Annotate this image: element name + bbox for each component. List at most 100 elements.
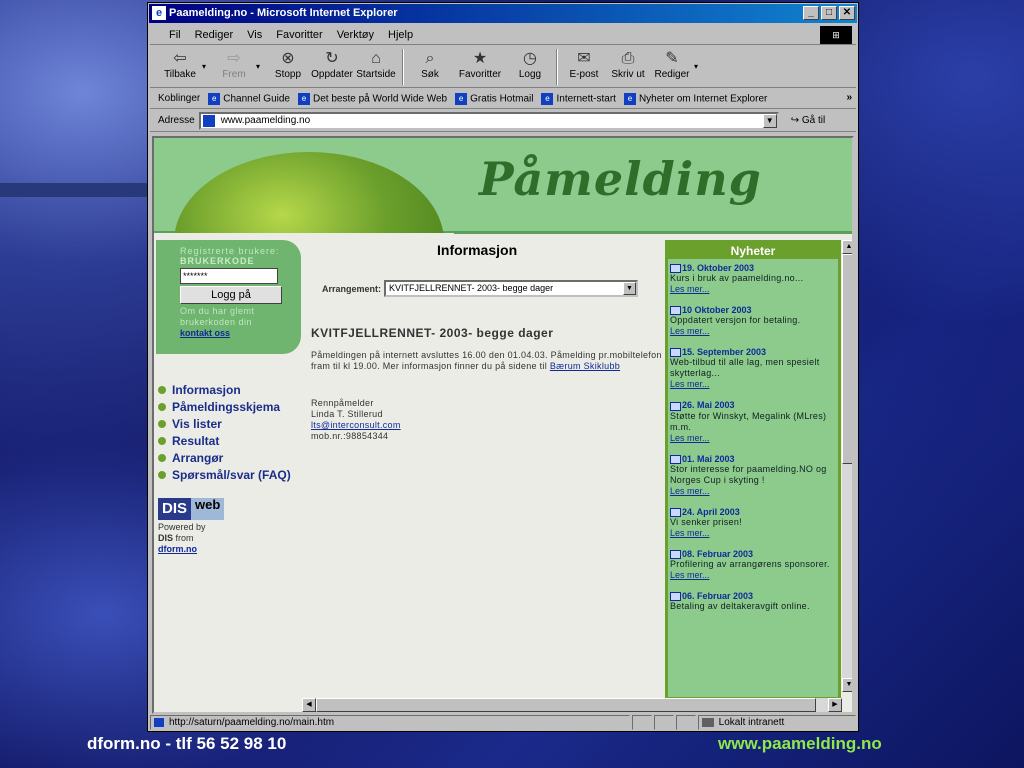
page-title: Informasjon <box>437 242 518 258</box>
link-best-of-web[interactable]: e Det beste på World Wide Web <box>297 92 447 105</box>
edit-button[interactable]: ✎ Rediger <box>650 46 694 80</box>
read-more-link[interactable]: Les mer... <box>670 326 836 336</box>
contact-info: Rennpåmelder Linda T. Stillerud lts@inte… <box>311 398 401 441</box>
scroll-left-icon[interactable]: ◀ <box>302 698 316 712</box>
toolbar-separator <box>556 49 558 85</box>
favorites-button[interactable]: ★ Favoritter <box>452 46 508 80</box>
scroll-up-icon[interactable]: ▲ <box>842 240 852 254</box>
stop-button[interactable]: ⊗ Stopp <box>266 46 310 80</box>
login-button[interactable]: Logg på <box>180 286 282 304</box>
status-bar: http://saturn/paamelding.no/main.htm Lok… <box>150 714 856 731</box>
menu-fil[interactable]: Fil <box>162 29 188 41</box>
forward-button[interactable]: ⇨ Frem <box>212 46 256 80</box>
nav-arrangor[interactable]: Arrangør <box>158 450 291 467</box>
ie-icon: e <box>152 6 166 20</box>
menu-bar: Fil Rediger Vis Favoritter Verktøy Hjelp… <box>150 25 856 45</box>
nav-informasjon[interactable]: Informasjon <box>158 382 291 399</box>
page-viewport: Påmelding Registrerte brukere: BRUKERKOD… <box>152 136 854 714</box>
link-internet-start[interactable]: e Internett-start <box>541 92 616 105</box>
links-more-icon[interactable]: » <box>846 92 852 103</box>
news-item: 26. Mai 2003 Støtte for Winskyt, Megalink… <box>668 396 838 443</box>
toolbar: ⇦ Tilbake ▾ ⇨ Frem ▾ ⊗ Stopp ↻ Oppdater ⌂ Sta… <box>150 46 856 88</box>
news-item: 15. September 2003 Web-tilbud til alle la… <box>668 343 838 389</box>
usercode-input[interactable]: ******* <box>180 268 278 284</box>
address-input[interactable]: www.paamelding.no ▼ <box>198 111 779 130</box>
nav-pameldingsskjema[interactable]: Påmeldingsskjema <box>158 399 291 416</box>
nav-vis-lister[interactable]: Vis lister <box>158 416 291 433</box>
minimize-button[interactable]: _ <box>803 6 819 20</box>
menu-verktoy[interactable]: Verktøy <box>330 29 381 41</box>
read-more-link[interactable]: Les mer... <box>670 284 836 294</box>
news-item: 01. Mai 2003 Stor interesse for paameldin… <box>668 450 838 496</box>
usercode-label: BRUKERKODE <box>180 256 255 266</box>
dform-link[interactable]: dform.no <box>158 544 224 555</box>
scroll-down-icon[interactable]: ▼ <box>842 678 852 692</box>
scroll-thumb[interactable] <box>842 254 852 464</box>
refresh-button[interactable]: ↻ Oppdater <box>310 46 354 80</box>
stop-icon: ⊗ <box>281 50 295 67</box>
back-dropdown-icon[interactable]: ▾ <box>202 46 212 71</box>
home-icon: ⌂ <box>371 50 381 67</box>
background-band <box>0 183 148 197</box>
email-link[interactable]: lts@interconsult.com <box>311 420 401 431</box>
close-button[interactable]: ✕ <box>839 6 855 20</box>
security-zone: Lokalt intranett <box>697 715 856 730</box>
nav-resultat[interactable]: Resultat <box>158 433 291 450</box>
page-icon: e <box>541 92 554 105</box>
back-button[interactable]: ⇦ Tilbake <box>158 46 202 80</box>
contact-link[interactable]: kontakt oss <box>180 328 301 338</box>
event-title: KVITFJELLRENNET- 2003- begge dager <box>311 326 554 340</box>
edit-icon: ✎ <box>665 50 679 67</box>
link-hotmail[interactable]: e Gratis Hotmail <box>455 92 533 105</box>
print-button[interactable]: ⎙ Skriv ut <box>606 46 650 80</box>
event-label: Arrangement: <box>322 283 382 294</box>
forward-dropdown-icon[interactable]: ▾ <box>256 46 266 71</box>
link-channel-guide[interactable]: e Channel Guide <box>208 92 290 105</box>
menu-favoritter[interactable]: Favoritter <box>269 29 329 41</box>
read-more-link[interactable]: Les mer... <box>670 379 836 389</box>
horizontal-scrollbar[interactable]: ◀ ▶ <box>302 698 842 712</box>
search-icon: ⌕ <box>425 50 435 67</box>
search-button[interactable]: ⌕ Søk <box>408 46 452 80</box>
maximize-button[interactable]: □ <box>821 6 837 20</box>
event-select[interactable]: KVITFJELLRENNET- 2003- begge dager ▼ <box>384 280 639 297</box>
read-more-link[interactable]: Les mer... <box>670 486 836 496</box>
address-dropdown-icon[interactable]: ▼ <box>762 113 777 128</box>
print-icon: ⎙ <box>621 50 635 67</box>
nav-faq[interactable]: Spørsmål/svar (FAQ) <box>158 467 291 484</box>
disweb-badge: DIS web Powered by DIS from dform.no <box>158 498 225 555</box>
menu-vis[interactable]: Vis <box>240 29 269 41</box>
page-icon: e <box>455 92 468 105</box>
status-url: http://saturn/paamelding.no/main.htm <box>150 715 631 730</box>
history-icon: ◷ <box>523 50 537 67</box>
back-arrow-icon: ⇦ <box>173 50 187 67</box>
news-item: 24. April 2003 Vi senker prisen! Les mer..… <box>668 503 838 538</box>
favorites-icon: ★ <box>472 50 488 67</box>
disweb-logo[interactable]: DIS web <box>158 498 225 520</box>
news-icon <box>670 264 681 274</box>
vertical-scrollbar[interactable]: ▲ ▼ <box>842 240 852 692</box>
news-icon <box>670 401 681 411</box>
news-item: 08. Februar 2003 Profilering av arrangøre… <box>668 545 838 580</box>
login-title: Registrerte brukere: <box>180 246 280 256</box>
toolbar-separator <box>402 49 404 85</box>
read-more-link[interactable]: Les mer... <box>670 433 836 443</box>
news-icon <box>670 549 681 559</box>
menu-hjelp[interactable]: Hjelp <box>381 29 420 41</box>
menu-rediger[interactable]: Rediger <box>188 29 241 41</box>
mail-button[interactable]: ✉ E-post <box>562 46 606 80</box>
side-nav: Informasjon Påmeldingsskjema Vis lister … <box>158 382 291 484</box>
edit-dropdown-icon[interactable]: ▾ <box>694 46 704 71</box>
read-more-link[interactable]: Les mer... <box>670 570 836 580</box>
footer-url: www.paamelding.no <box>718 734 882 753</box>
scroll-thumb[interactable] <box>316 698 816 712</box>
link-ie-news[interactable]: e Nyheter om Internet Explorer <box>623 92 767 105</box>
home-button[interactable]: ⌂ Startside <box>354 46 398 80</box>
go-button[interactable]: ↪ Gå til <box>791 115 826 126</box>
history-button[interactable]: ◷ Logg <box>508 46 552 80</box>
scroll-right-icon[interactable]: ▶ <box>828 698 842 712</box>
news-item: 10 Oktober 2003 Oppdatert versjon for bet… <box>668 301 838 336</box>
read-more-link[interactable]: Les mer... <box>670 528 836 538</box>
footer-contact: dform.no - tlf 56 52 98 10 <box>87 734 287 753</box>
club-link[interactable]: Bærum Skiklubb <box>550 361 620 371</box>
